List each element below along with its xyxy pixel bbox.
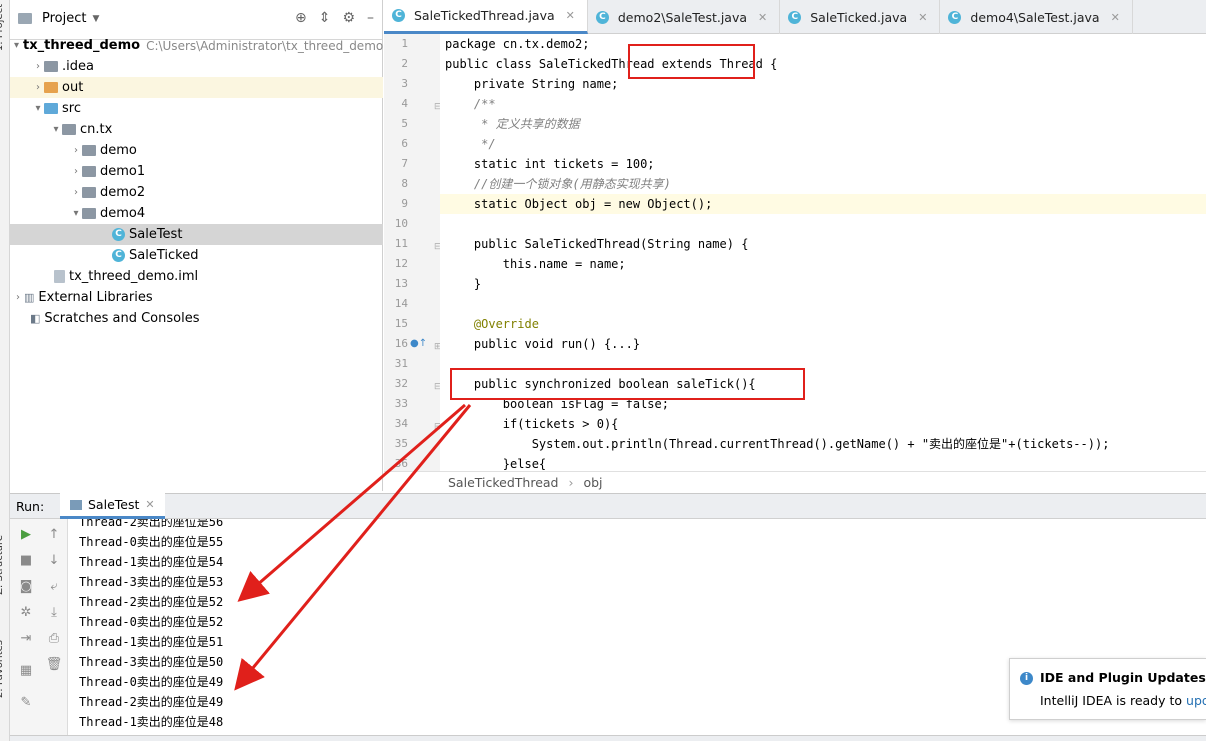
annotation-arrow	[237, 403, 466, 602]
notification-text: IntelliJ IDEA is ready to	[1040, 693, 1187, 708]
info-icon: i	[1020, 672, 1033, 685]
status-bar	[10, 735, 1206, 741]
notification-link[interactable]: upda	[1186, 693, 1206, 708]
annotation-arrows	[234, 403, 472, 691]
notification-title: IDE and Plugin Updates	[1040, 670, 1206, 685]
update-notification[interactable]: i IDE and Plugin Updates IntelliJ IDEA i…	[1009, 658, 1206, 720]
annotation-arrow	[234, 404, 472, 691]
notification-body: IntelliJ IDEA is ready to upda	[1040, 693, 1206, 708]
